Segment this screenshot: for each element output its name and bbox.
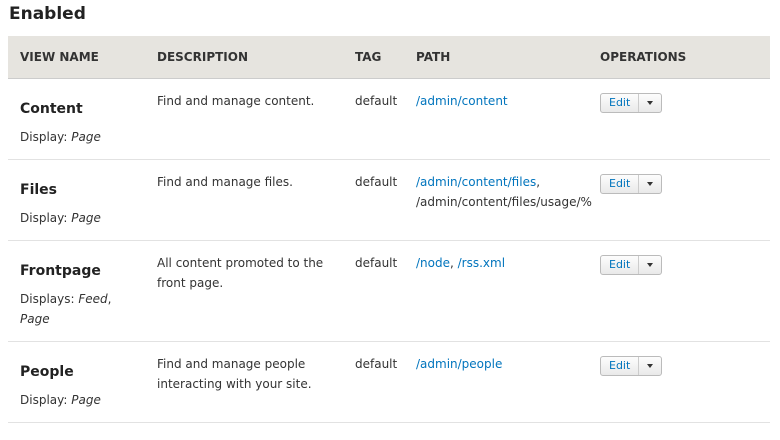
path-cell: /admin/content/files, /admin/content/fil… (404, 159, 592, 241)
display-label: Displays: (20, 291, 75, 306)
operations-toggle[interactable] (639, 357, 661, 375)
view-name: People (20, 363, 74, 380)
description-cell: Find and manage people interacting with … (145, 341, 343, 423)
path-link[interactable]: /admin/content (416, 94, 508, 108)
operations-dropbutton: Edit (600, 92, 663, 113)
display-label: Display: (20, 210, 68, 225)
views-table: VIEW NAME DESCRIPTION TAG PATH OPERATION… (8, 36, 770, 423)
display-label: Display: (20, 392, 68, 407)
table-row: Frontpage Displays: Feed, Page All conte… (8, 240, 770, 342)
view-name-cell: Frontpage Displays: Feed, Page (8, 240, 145, 342)
display-value: Page (71, 129, 101, 144)
operations-dropbutton: Edit (600, 355, 663, 376)
view-name-cell: People Display: Page (8, 341, 145, 423)
caret-down-icon (647, 363, 654, 368)
column-header-view-name: VIEW NAME (8, 36, 145, 79)
operations-toggle[interactable] (639, 94, 661, 112)
operations-dropbutton: Edit (600, 254, 663, 275)
view-name: Files (20, 181, 57, 198)
operations-toggle[interactable] (639, 175, 661, 193)
path-cell: /admin/content (404, 78, 588, 160)
tag-cell: default (343, 240, 404, 342)
caret-down-icon (647, 181, 654, 186)
display-label: Display: (20, 129, 68, 144)
edit-button[interactable]: Edit (601, 255, 640, 274)
edit-button[interactable]: Edit (601, 174, 640, 193)
path-text: /admin/content/files/usage/% (416, 194, 592, 209)
section-title: Enabled (9, 4, 86, 24)
display-value: Page (20, 311, 50, 326)
column-header-path: PATH (404, 36, 588, 79)
operations-cell: Edit (588, 341, 770, 423)
path-link[interactable]: /rss.xml (458, 256, 505, 270)
display-info: Display: Page (20, 390, 133, 410)
display-info: Display: Page (20, 208, 133, 228)
table-row: Files Display: Page Find and manage file… (8, 159, 770, 241)
column-header-operations: OPERATIONS (588, 36, 770, 79)
caret-down-icon (647, 262, 654, 267)
view-name-cell: Files Display: Page (8, 159, 145, 241)
view-name: Frontpage (20, 262, 101, 279)
tag-cell: default (343, 78, 404, 160)
path-link[interactable]: /node (416, 256, 450, 270)
operations-cell: Edit (588, 240, 770, 342)
path-link[interactable]: /admin/content/files (416, 175, 536, 189)
path-cell: /admin/people (404, 341, 588, 423)
operations-toggle[interactable] (639, 256, 661, 274)
path-link[interactable]: /admin/people (416, 357, 502, 371)
operations-cell: Edit (588, 78, 770, 160)
view-name: Content (20, 100, 83, 117)
tag-cell: default (343, 159, 404, 241)
table-row: People Display: Page Find and manage peo… (8, 341, 770, 423)
edit-button[interactable]: Edit (601, 356, 640, 375)
view-name-cell: Content Display: Page (8, 78, 145, 160)
display-value: Page (71, 392, 101, 407)
display-info: Display: Page (20, 127, 133, 147)
display-value: Feed (78, 291, 108, 306)
table-row: Content Display: Page Find and manage co… (8, 78, 770, 160)
display-info: Displays: Feed, Page (20, 291, 112, 326)
edit-button[interactable]: Edit (601, 93, 640, 112)
table-header-row: VIEW NAME DESCRIPTION TAG PATH OPERATION… (8, 36, 770, 79)
description-cell: All content promoted to the front page. (145, 240, 343, 342)
tag-cell: default (343, 341, 404, 423)
description-cell: Find and manage content. (145, 78, 343, 160)
description-cell: Find and manage files. (145, 159, 343, 241)
column-header-tag: TAG (343, 36, 404, 79)
path-cell: /node, /rss.xml (404, 240, 588, 342)
operations-cell: Edit (588, 159, 770, 241)
display-value: Page (71, 210, 101, 225)
operations-dropbutton: Edit (600, 173, 663, 194)
column-header-description: DESCRIPTION (145, 36, 343, 79)
caret-down-icon (647, 100, 654, 105)
